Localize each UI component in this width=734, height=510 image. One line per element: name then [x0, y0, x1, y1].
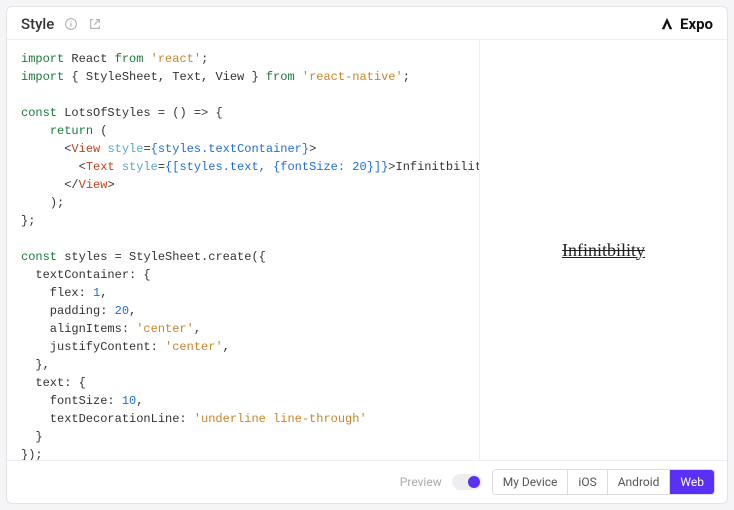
code-token: ,	[194, 322, 201, 336]
code-token: });	[21, 448, 43, 460]
code-token: 'underline line-through'	[194, 412, 367, 426]
code-token: ,	[136, 394, 143, 408]
code-token: 'center'	[136, 322, 194, 336]
code-token: 20	[115, 304, 129, 318]
code-token: React	[71, 52, 107, 66]
code-token: styles	[64, 250, 107, 264]
external-link-icon[interactable]	[88, 17, 102, 31]
code-token: fontSize:	[21, 394, 122, 408]
code-token: {[styles.text, {fontSize:	[165, 160, 352, 174]
code-token: from	[115, 52, 144, 66]
code-token: 'center'	[165, 340, 223, 354]
code-token: Text	[86, 160, 115, 174]
footer-bar: Preview My Device iOS Android Web	[7, 460, 727, 503]
code-token: 20	[352, 160, 366, 174]
code-token: textContainer: {	[21, 268, 151, 282]
expo-brand[interactable]: Expo	[660, 15, 713, 33]
code-token: style	[122, 160, 158, 174]
code-token: ,	[223, 340, 230, 354]
code-token	[115, 160, 122, 174]
code-token: text: {	[21, 376, 86, 390]
code-editor[interactable]: import React from 'react'; import { Styl…	[7, 40, 479, 460]
code-token: </	[64, 178, 78, 192]
code-token: );	[50, 196, 64, 210]
code-token: ,	[100, 286, 107, 300]
code-token: =	[158, 160, 165, 174]
preview-label: Preview	[400, 475, 442, 489]
code-token: };	[21, 214, 35, 228]
expo-logo-icon	[660, 17, 674, 31]
code-token: return	[50, 124, 93, 138]
code-token: (	[93, 124, 107, 138]
preview-output-text: Infinitbility	[562, 240, 645, 261]
code-token: >	[309, 142, 316, 156]
code-token: }	[21, 430, 43, 444]
code-token: = StyleSheet.create({	[107, 250, 265, 264]
code-token: ,	[129, 304, 136, 318]
code-token: justifyContent:	[21, 340, 165, 354]
preview-pane: Infinitbility	[479, 40, 727, 460]
code-token: padding:	[21, 304, 115, 318]
code-token: alignItems:	[21, 322, 136, 336]
tab-ios[interactable]: iOS	[568, 470, 607, 494]
code-token: 10	[122, 394, 136, 408]
code-token: style	[107, 142, 143, 156]
info-icon[interactable]	[64, 17, 78, 31]
code-token: const	[21, 106, 57, 120]
code-token: {styles.textContainer}	[151, 142, 309, 156]
code-token: View	[71, 142, 100, 156]
snack-panel: Style Expo import React from 'react'; im…	[6, 6, 728, 504]
code-token: 'react-native'	[302, 70, 403, 84]
tab-my-device[interactable]: My Device	[493, 470, 569, 494]
code-token: 'react'	[151, 52, 201, 66]
code-token: = () => {	[151, 106, 223, 120]
code-token: import	[21, 52, 64, 66]
preview-toggle[interactable]	[452, 474, 482, 490]
code-token: from	[266, 70, 295, 84]
code-token: LotsOfStyles	[64, 106, 150, 120]
header-left: Style	[21, 15, 102, 33]
code-token: { StyleSheet, Text, View }	[71, 70, 258, 84]
header-bar: Style Expo	[7, 7, 727, 40]
expo-brand-text: Expo	[680, 15, 713, 33]
code-token: =	[143, 142, 150, 156]
platform-tabs: My Device iOS Android Web	[492, 469, 715, 495]
panel-title: Style	[21, 15, 54, 33]
code-token: },	[21, 358, 50, 372]
code-token: flex:	[21, 286, 93, 300]
code-token: const	[21, 250, 57, 264]
tab-web[interactable]: Web	[670, 470, 714, 494]
code-token: <	[79, 160, 86, 174]
code-token: >	[107, 178, 114, 192]
code-token: textDecorationLine:	[21, 412, 194, 426]
code-token: View	[79, 178, 108, 192]
code-token: }]}	[367, 160, 389, 174]
code-token: >	[388, 160, 395, 174]
tab-android[interactable]: Android	[608, 470, 671, 494]
body: import React from 'react'; import { Styl…	[7, 40, 727, 460]
code-token: Infinitbility	[396, 160, 480, 174]
toggle-knob	[468, 476, 480, 488]
code-token: import	[21, 70, 64, 84]
